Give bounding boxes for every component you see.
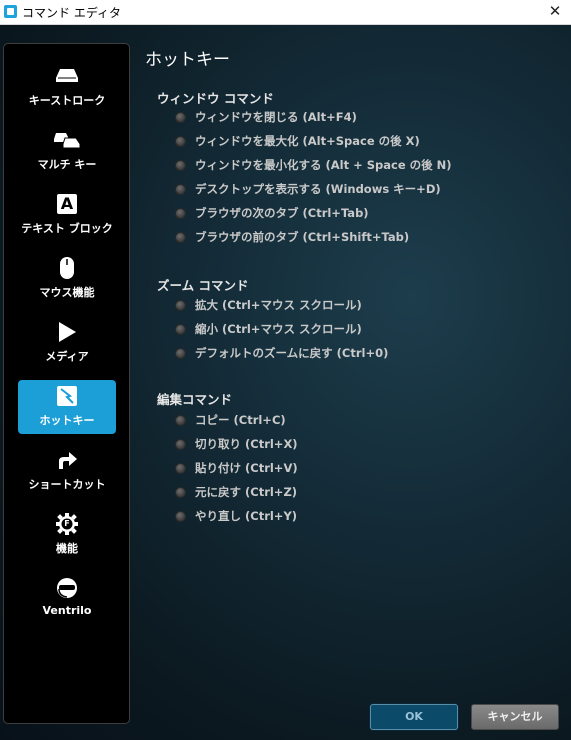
sidebar-item-media[interactable]: メディア	[18, 316, 116, 370]
radio-button[interactable]	[175, 231, 186, 243]
sidebar-item-keystroke[interactable]: キーストローク	[18, 60, 116, 114]
radio-option[interactable]: 貼り付け (Ctrl+V)	[175, 460, 298, 476]
radio-button[interactable]	[175, 111, 186, 123]
radio-option-label: ウィンドウを最小化する (Alt + Space の後 N)	[195, 158, 452, 172]
cancel-button[interactable]: キャンセル	[471, 704, 559, 730]
play-icon	[18, 321, 116, 343]
radio-button[interactable]	[175, 183, 186, 195]
shortcut-arrow-icon	[18, 449, 116, 471]
sidebar-item-label: メディア	[45, 350, 89, 363]
function-gear-icon: F	[18, 513, 116, 535]
radio-option[interactable]: ブラウザの前のタブ (Ctrl+Shift+Tab)	[175, 229, 409, 245]
radio-button[interactable]	[175, 299, 186, 311]
headset-icon	[18, 577, 116, 599]
sidebar-item-label: テキスト ブロック	[21, 222, 113, 235]
radio-button[interactable]	[175, 510, 186, 522]
radio-option[interactable]: やり直し (Ctrl+Y)	[175, 508, 297, 524]
radio-option[interactable]: 元に戻す (Ctrl+Z)	[175, 484, 297, 500]
main-area: キーストローク マルチ キー A テキスト ブロック マウス機能 メディア ホッ…	[0, 25, 571, 740]
sidebar-item-mouse[interactable]: マウス機能	[18, 252, 116, 306]
sidebar-item-label: 機能	[56, 542, 78, 555]
radio-option[interactable]: ブラウザの次のタブ (Ctrl+Tab)	[175, 205, 369, 221]
radio-option[interactable]: 縮小 (Ctrl+マウス スクロール)	[175, 321, 362, 337]
radio-option[interactable]: デフォルトのズームに戻す (Ctrl+0)	[175, 345, 388, 361]
mouse-icon	[18, 257, 116, 279]
section-title-edit: 編集コマンド	[157, 392, 233, 407]
sidebar-item-function[interactable]: F 機能	[18, 508, 116, 562]
title-bar: コマンド エディタ ✕	[0, 0, 571, 25]
radio-button[interactable]	[175, 414, 186, 426]
radio-option-label: 貼り付け (Ctrl+V)	[195, 461, 298, 475]
radio-button[interactable]	[175, 486, 186, 498]
radio-button[interactable]	[175, 207, 186, 219]
radio-option-label: 縮小 (Ctrl+マウス スクロール)	[195, 322, 362, 336]
radio-button[interactable]	[175, 462, 186, 474]
sidebar-item-label: ショートカット	[28, 478, 106, 491]
radio-option-label: 元に戻す (Ctrl+Z)	[195, 485, 298, 499]
radio-button[interactable]	[175, 438, 186, 450]
radio-option-label: 切り取り (Ctrl+X)	[195, 437, 298, 451]
sidebar-item-label: マルチ キー	[37, 158, 97, 171]
page-title: ホットキー	[145, 50, 230, 70]
sidebar-item-ventrilo[interactable]: Ventrilo	[18, 572, 116, 626]
radio-option-label: デスクトップを表示する (Windows キー+D)	[195, 182, 441, 196]
radio-option-label: コピー (Ctrl+C)	[195, 413, 286, 427]
ok-button[interactable]: OK	[370, 704, 458, 730]
radio-option-label: デフォルトのズームに戻す (Ctrl+0)	[195, 346, 389, 360]
sidebar-item-label: マウス機能	[39, 286, 95, 299]
radio-option-label: やり直し (Ctrl+Y)	[195, 509, 298, 523]
radio-option[interactable]: コピー (Ctrl+C)	[175, 412, 286, 428]
radio-button[interactable]	[175, 159, 186, 171]
text-block-glyph: A	[57, 194, 77, 214]
radio-option-label: ウィンドウを閉じる (Alt+F4)	[195, 110, 357, 124]
radio-option-label: 拡大 (Ctrl+マウス スクロール)	[195, 298, 362, 312]
hotkey-icon	[18, 385, 116, 407]
radio-option[interactable]: 拡大 (Ctrl+マウス スクロール)	[175, 297, 362, 313]
radio-option-label: ウィンドウを最大化 (Alt+Space の後 X)	[195, 134, 420, 148]
sidebar-item-text-block[interactable]: A テキスト ブロック	[18, 188, 116, 242]
keystroke-icon	[18, 65, 116, 87]
radio-option[interactable]: ウィンドウを最大化 (Alt+Space の後 X)	[175, 133, 420, 149]
multikey-icon	[18, 129, 116, 151]
app-icon	[4, 5, 17, 18]
radio-option[interactable]: ウィンドウを閉じる (Alt+F4)	[175, 109, 357, 125]
function-glyph: F	[64, 519, 70, 528]
sidebar-item-hotkey[interactable]: ホットキー	[18, 380, 116, 434]
text-block-icon: A	[18, 193, 116, 215]
window-title: コマンド エディタ	[22, 6, 121, 20]
radio-option-label: ブラウザの前のタブ (Ctrl+Shift+Tab)	[195, 230, 410, 244]
close-button[interactable]: ✕	[545, 1, 565, 21]
radio-option[interactable]: ウィンドウを最小化する (Alt + Space の後 N)	[175, 157, 452, 173]
radio-button[interactable]	[175, 323, 186, 335]
radio-button[interactable]	[175, 135, 186, 147]
radio-option[interactable]: 切り取り (Ctrl+X)	[175, 436, 298, 452]
sidebar-item-label: キーストローク	[28, 94, 106, 107]
sidebar-item-multikey[interactable]: マルチ キー	[18, 124, 116, 178]
radio-option[interactable]: デスクトップを表示する (Windows キー+D)	[175, 181, 441, 197]
radio-button[interactable]	[175, 347, 186, 359]
section-title-zoom: ズーム コマンド	[157, 278, 249, 293]
sidebar-item-label: ホットキー	[39, 414, 95, 427]
section-title-window: ウィンドウ コマンド	[157, 91, 274, 106]
sidebar-item-shortcut[interactable]: ショートカット	[18, 444, 116, 498]
sidebar: キーストローク マルチ キー A テキスト ブロック マウス機能 メディア ホッ…	[3, 43, 130, 724]
radio-option-label: ブラウザの次のタブ (Ctrl+Tab)	[195, 206, 369, 220]
sidebar-item-label: Ventrilo	[42, 604, 92, 617]
